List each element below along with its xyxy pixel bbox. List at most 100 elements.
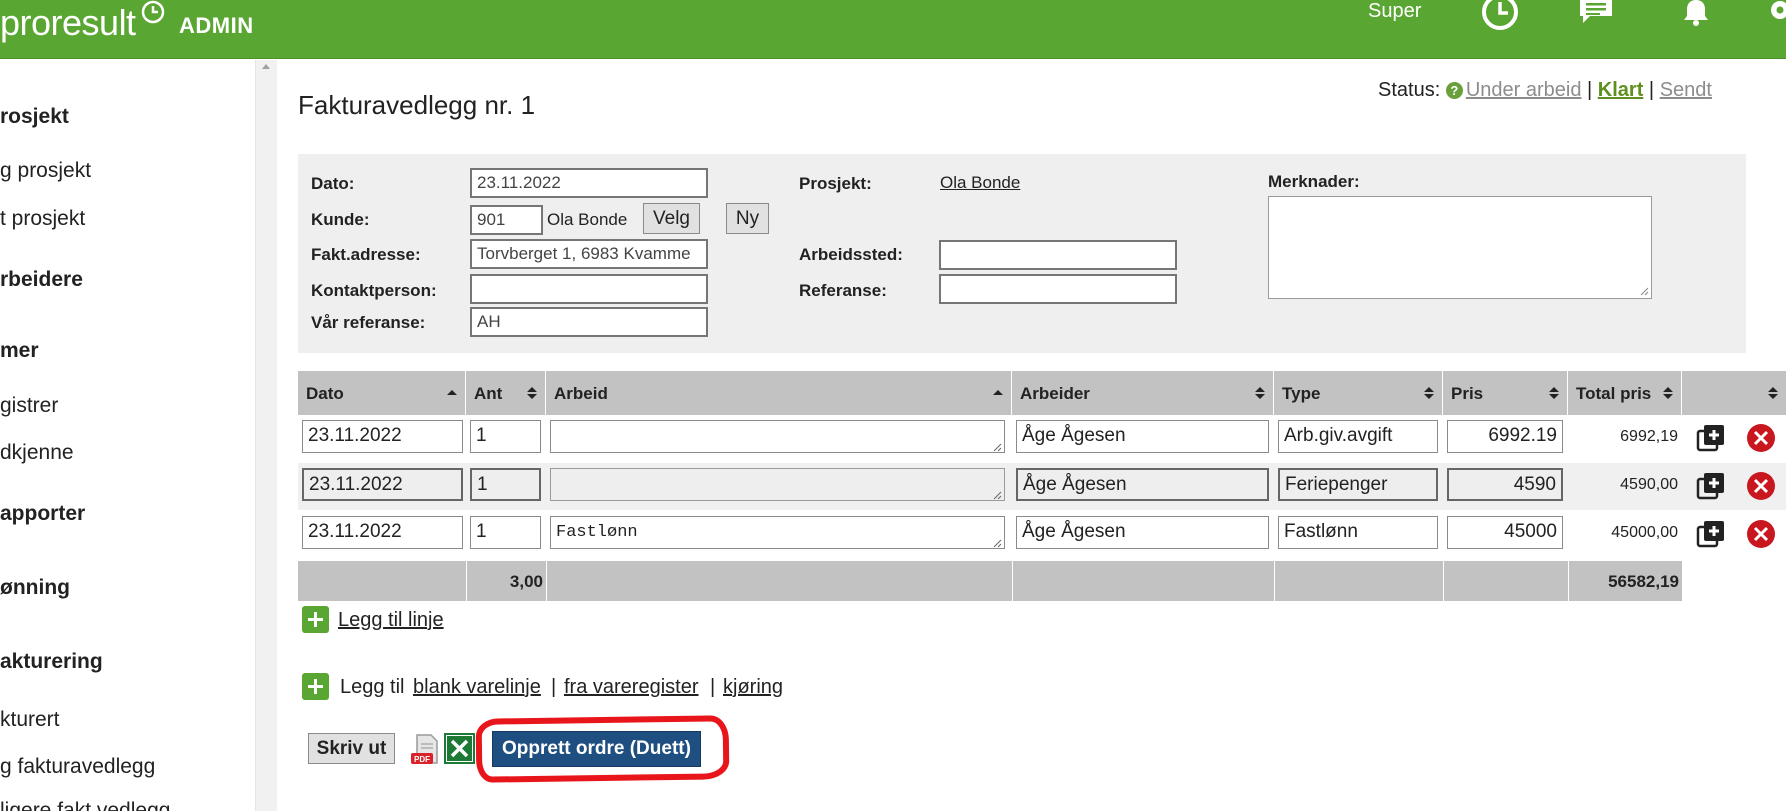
col-total-pris-label: Total pris <box>1576 384 1652 403</box>
table-row: 23.11.2022 1 Åge Ågesen Feriepenger 4590… <box>298 463 1786 510</box>
sidebar-item-godkjenne[interactable]: dkjenne <box>0 441 74 465</box>
blank-varelinje-link[interactable]: blank varelinje <box>413 676 541 699</box>
kunde-nr-input[interactable]: 901 <box>470 205 543 235</box>
delete-row-icon[interactable] <box>1746 519 1776 549</box>
sidebar-item-registrer[interactable]: gistrer <box>0 394 58 418</box>
sort-icon[interactable] <box>1768 386 1778 400</box>
pdf-badge: PDF <box>414 755 430 764</box>
row-arbeid-textarea[interactable]: Fastlønn <box>550 516 1005 549</box>
row-pris-input[interactable]: 6992.19 <box>1447 420 1563 453</box>
sidebar-scrollbar[interactable] <box>255 60 277 811</box>
status-under-arbeid[interactable]: Under arbeid <box>1466 79 1582 101</box>
row-arbeider-input[interactable]: Åge Ågesen <box>1016 516 1269 549</box>
skriv-ut-button[interactable]: Skriv ut <box>308 733 395 764</box>
col-arbeid[interactable]: Arbeid <box>546 371 1012 415</box>
legg-til-linje-link[interactable]: Legg til linje <box>338 609 444 632</box>
row-pris-input[interactable]: 4590 <box>1447 468 1563 501</box>
row-total: 4590,00 <box>1620 476 1678 493</box>
sidebar-item-ny-prosjekt[interactable]: g prosjekt <box>0 159 91 183</box>
status-sendt[interactable]: Sendt <box>1660 79 1712 101</box>
scroll-up-icon[interactable] <box>262 64 270 69</box>
copy-row-icon[interactable] <box>1696 471 1726 501</box>
arbeidssted-input[interactable] <box>939 240 1177 270</box>
sidebar-heading-rapporter[interactable]: apporter <box>0 502 85 526</box>
prosjekt-link[interactable]: Ola Bonde <box>940 173 1020 193</box>
var-referanse-input[interactable]: AH <box>470 307 708 337</box>
row-arbeider-input[interactable]: Åge Ågesen <box>1016 420 1269 453</box>
user-name[interactable]: Super <box>1368 0 1421 23</box>
copy-row-icon[interactable] <box>1696 519 1726 549</box>
row-dato-input[interactable]: 23.11.2022 <box>302 468 463 501</box>
fakt-adresse-input[interactable]: Torvberget 1, 6983 Kvamme <box>470 239 708 269</box>
row-dato-input[interactable]: 23.11.2022 <box>302 420 463 453</box>
pdf-icon[interactable]: PDF <box>411 733 441 767</box>
resize-grip-icon[interactable] <box>993 443 1002 452</box>
row-ant-input[interactable]: 1 <box>470 468 541 501</box>
sort-icon[interactable] <box>1424 386 1434 400</box>
sort-icon[interactable] <box>1549 386 1559 400</box>
gear-icon[interactable] <box>1766 0 1786 28</box>
col-pris[interactable]: Pris <box>1443 371 1568 415</box>
add-item-icon[interactable] <box>302 673 329 700</box>
col-ant[interactable]: Ant <box>466 371 546 415</box>
add-line-icon[interactable] <box>302 606 329 633</box>
excel-icon[interactable] <box>444 733 475 764</box>
row-type-input[interactable]: Fastlønn <box>1278 516 1438 549</box>
bell-icon[interactable] <box>1682 0 1710 28</box>
sidebar-heading-prosjekt[interactable]: rosjekt <box>0 105 69 129</box>
row-arbeid-textarea[interactable] <box>550 420 1005 453</box>
col-dato-label: Dato <box>306 384 344 403</box>
ny-button[interactable]: Ny <box>726 203 769 234</box>
sort-icon[interactable] <box>1663 386 1673 400</box>
row-type-input[interactable]: Feriepenger <box>1278 468 1438 501</box>
row-type-input[interactable]: Arb.giv.avgift <box>1278 420 1438 453</box>
kjoring-link[interactable]: kjøring <box>723 676 783 699</box>
help-icon[interactable]: ? <box>1445 82 1463 99</box>
sidebar-heading-lonning[interactable]: ønning <box>0 576 70 600</box>
row-arbeider-input[interactable]: Åge Ågesen <box>1016 468 1269 501</box>
delete-row-icon[interactable] <box>1746 423 1776 453</box>
brand-name: proresult <box>0 2 136 43</box>
referanse-input[interactable] <box>939 274 1177 304</box>
sidebar-item-tidligere-fakt-vedlegg[interactable]: ligere fakt.vedlegg <box>0 799 170 811</box>
fra-vareregister-link[interactable]: fra vareregister <box>564 676 699 699</box>
merknader-textarea[interactable] <box>1268 196 1652 299</box>
row-pris-input[interactable]: 45000 <box>1447 516 1563 549</box>
velg-button[interactable]: Velg <box>643 203 700 234</box>
kontaktperson-input[interactable] <box>470 274 708 304</box>
resize-grip-icon[interactable] <box>993 491 1002 500</box>
row-ant-input[interactable]: 1 <box>470 420 541 453</box>
resize-grip-icon[interactable] <box>993 539 1002 548</box>
col-arbeider[interactable]: Arbeider <box>1012 371 1274 415</box>
sort-asc-icon[interactable] <box>447 386 457 400</box>
sort-asc-icon[interactable] <box>993 386 1003 400</box>
delete-row-icon[interactable] <box>1746 471 1776 501</box>
var-referanse-label: Vår referanse: <box>311 313 426 332</box>
logo-clock-icon <box>141 0 165 24</box>
row-ant-input[interactable]: 1 <box>470 516 541 549</box>
sidebar-item-ny-fakturavedlegg[interactable]: g fakturavedlegg <box>0 755 155 779</box>
kunde-label: Kunde: <box>311 210 370 229</box>
copy-row-icon[interactable] <box>1696 423 1726 453</box>
sort-icon[interactable] <box>1255 386 1265 400</box>
footer-divider <box>1443 561 1444 601</box>
chat-icon[interactable] <box>1580 0 1612 28</box>
sidebar-heading-medarbeidere[interactable]: rbeidere <box>0 268 83 292</box>
sidebar-heading-timer[interactable]: mer <box>0 339 39 363</box>
clock-icon[interactable] <box>1480 0 1520 34</box>
col-type[interactable]: Type <box>1274 371 1443 415</box>
col-total-pris[interactable]: Total pris <box>1568 371 1682 415</box>
resize-grip-icon[interactable] <box>1640 287 1649 296</box>
sum-total: 56582,19 <box>1608 572 1679 591</box>
sidebar-item-sett-prosjekt[interactable]: t prosjekt <box>0 207 85 231</box>
status-klart[interactable]: Klart <box>1598 79 1644 101</box>
col-dato[interactable]: Dato <box>298 371 466 415</box>
sidebar-heading-fakturering[interactable]: akturering <box>0 650 103 674</box>
col-actions[interactable] <box>1682 371 1786 415</box>
sidebar-item-fakturert[interactable]: kturert <box>0 708 60 732</box>
row-dato-input[interactable]: 23.11.2022 <box>302 516 463 549</box>
sort-icon[interactable] <box>527 386 537 400</box>
row-arbeid-textarea[interactable] <box>550 468 1005 501</box>
link-separator: | <box>710 676 716 698</box>
dato-input[interactable]: 23.11.2022 <box>470 168 708 198</box>
